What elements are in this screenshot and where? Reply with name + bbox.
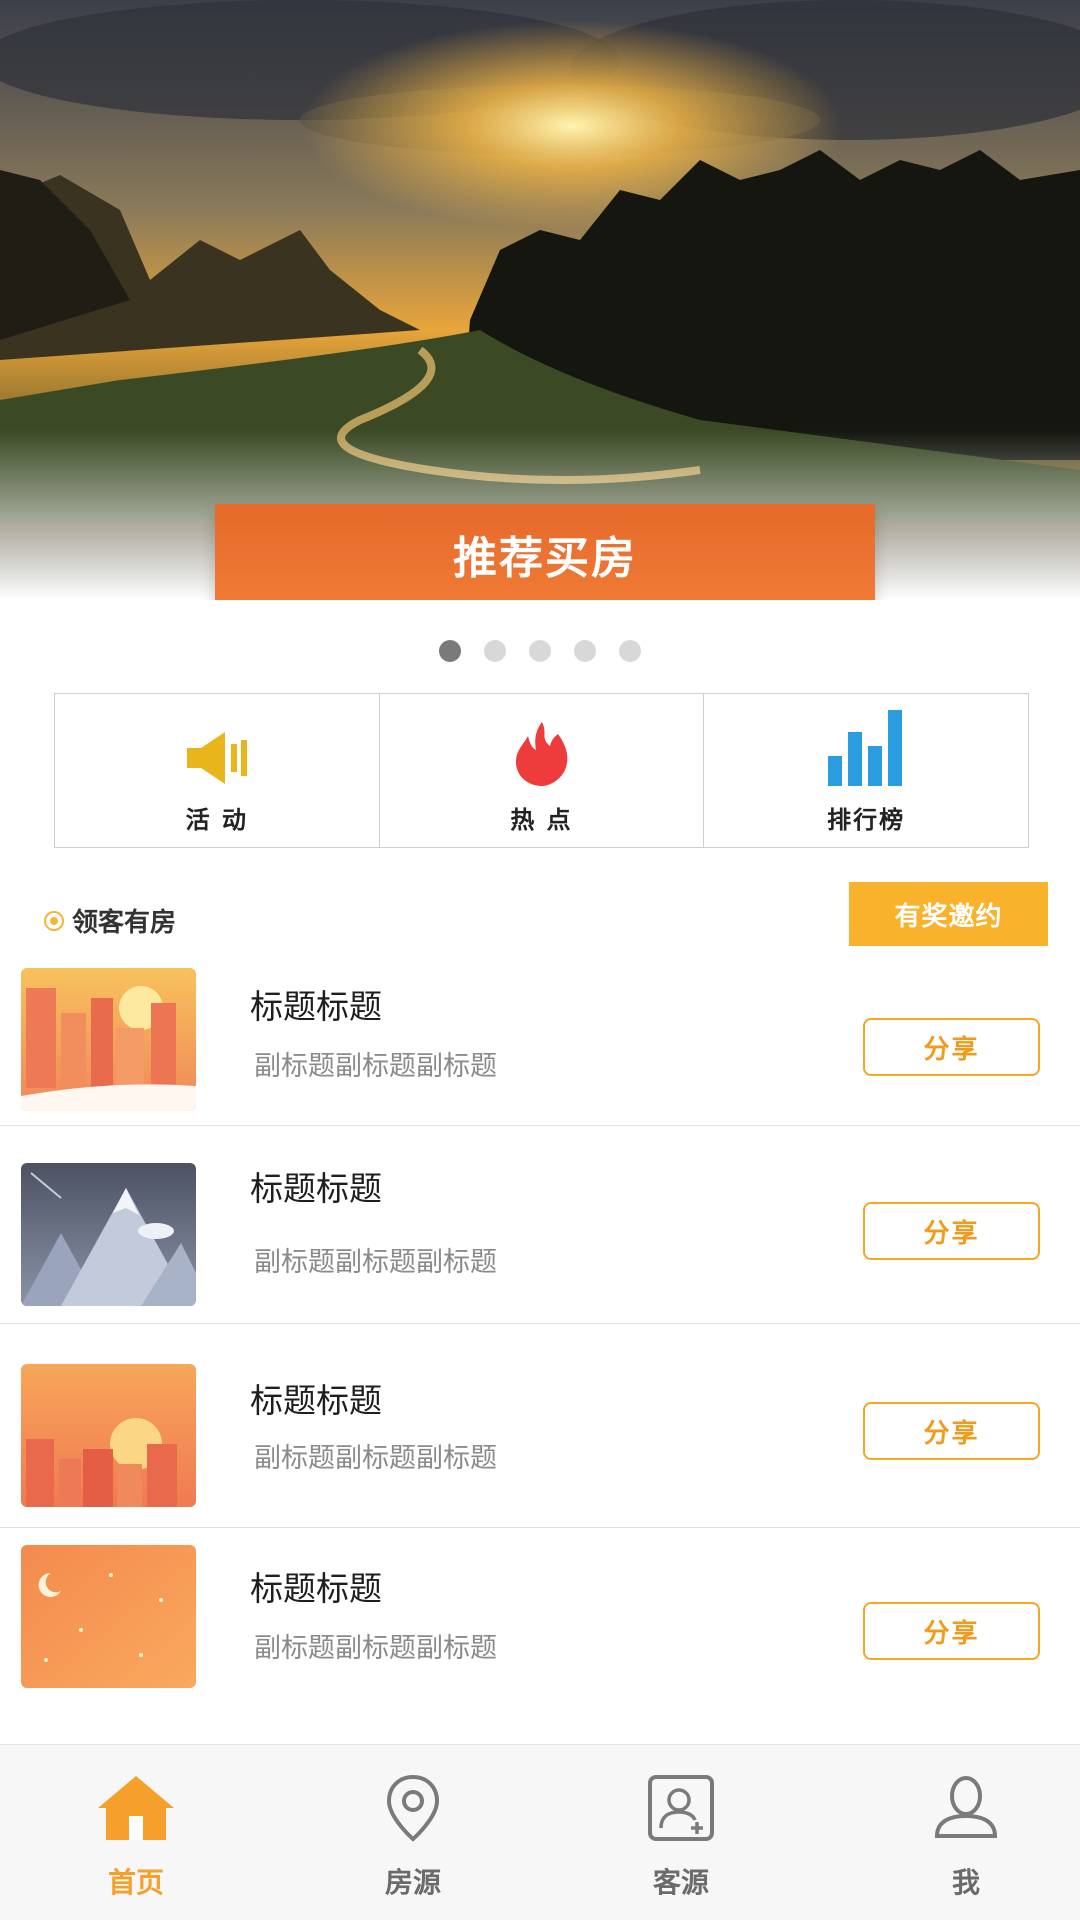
bottom-tab-bar: 首页 房源 客源 我 — [0, 1744, 1080, 1920]
city-sun-thumb — [21, 1364, 196, 1507]
tab-listings[interactable]: 房源 — [323, 1763, 503, 1901]
list-item[interactable]: 标题标题 副标题副标题副标题 分享 — [0, 1324, 1080, 1528]
flame-icon — [514, 706, 570, 786]
list-item[interactable]: 标题标题 副标题副标题副标题 分享 — [0, 950, 1080, 1126]
item-subtitle: 副标题副标题副标题 — [254, 1633, 497, 1664]
list-item[interactable]: 标题标题 副标题副标题副标题 分享 — [0, 1528, 1080, 1744]
carousel-dot-5[interactable] — [619, 640, 641, 662]
bar-chart-icon — [826, 706, 906, 786]
item-subtitle: 副标题副标题副标题 — [254, 1051, 497, 1082]
carousel-dot-4[interactable] — [574, 640, 596, 662]
invite-reward-button[interactable]: 有奖邀约 — [849, 882, 1048, 946]
share-button[interactable]: 分享 — [863, 1402, 1040, 1460]
speaker-icon — [185, 706, 249, 786]
section-header: 领客有房 有奖邀约 — [0, 880, 1080, 950]
item-title: 标题标题 — [250, 1569, 382, 1608]
share-button[interactable]: 分享 — [863, 1202, 1040, 1260]
home-icon — [96, 1763, 176, 1853]
tab-label: 客源 — [652, 1866, 709, 1899]
list-item[interactable]: 标题标题 副标题副标题副标题 分享 — [0, 1126, 1080, 1324]
tab-clients[interactable]: 客源 — [591, 1763, 771, 1901]
item-title: 标题标题 — [250, 1169, 382, 1208]
tab-label: 我 — [951, 1866, 980, 1899]
share-button[interactable]: 分享 — [863, 1018, 1040, 1076]
add-contact-icon — [647, 1763, 715, 1853]
quick-nav-label: 活 动 — [185, 806, 249, 834]
quick-nav-ranking[interactable]: 排行榜 — [704, 694, 1028, 847]
item-subtitle: 副标题副标题副标题 — [254, 1247, 497, 1278]
night-sky-thumb — [21, 1545, 196, 1688]
share-button[interactable]: 分享 — [863, 1602, 1040, 1660]
quick-nav-hot[interactable]: 热 点 — [380, 694, 705, 847]
carousel-dot-2[interactable] — [484, 640, 506, 662]
target-dot-icon — [44, 910, 64, 931]
tab-me[interactable]: 我 — [876, 1763, 1056, 1901]
mountain-thumb — [21, 1163, 196, 1306]
item-title: 标题标题 — [250, 1381, 382, 1420]
banner-carousel[interactable]: 推荐买房 — [0, 0, 1080, 600]
quick-nav-activity[interactable]: 活 动 — [55, 694, 380, 847]
user-icon — [933, 1763, 999, 1853]
section-title-text: 领客有房 — [72, 908, 177, 938]
section-title: 领客有房 — [44, 902, 176, 939]
tab-home[interactable]: 首页 — [46, 1763, 226, 1901]
city-sunset-thumb — [21, 968, 196, 1111]
quick-nav-label: 排行榜 — [827, 806, 906, 834]
carousel-dot-3[interactable] — [529, 640, 551, 662]
carousel-indicator — [0, 640, 1080, 664]
tab-label: 房源 — [384, 1866, 441, 1899]
carousel-dot-1[interactable] — [439, 640, 461, 662]
recommend-buy-banner-button[interactable]: 推荐买房 — [215, 504, 875, 600]
quick-nav: 活 动 热 点 排行榜 — [54, 693, 1029, 848]
tab-label: 首页 — [107, 1866, 164, 1899]
item-title: 标题标题 — [250, 987, 382, 1026]
quick-nav-label: 热 点 — [510, 806, 573, 834]
location-pin-icon — [385, 1763, 441, 1853]
item-subtitle: 副标题副标题副标题 — [254, 1443, 497, 1474]
